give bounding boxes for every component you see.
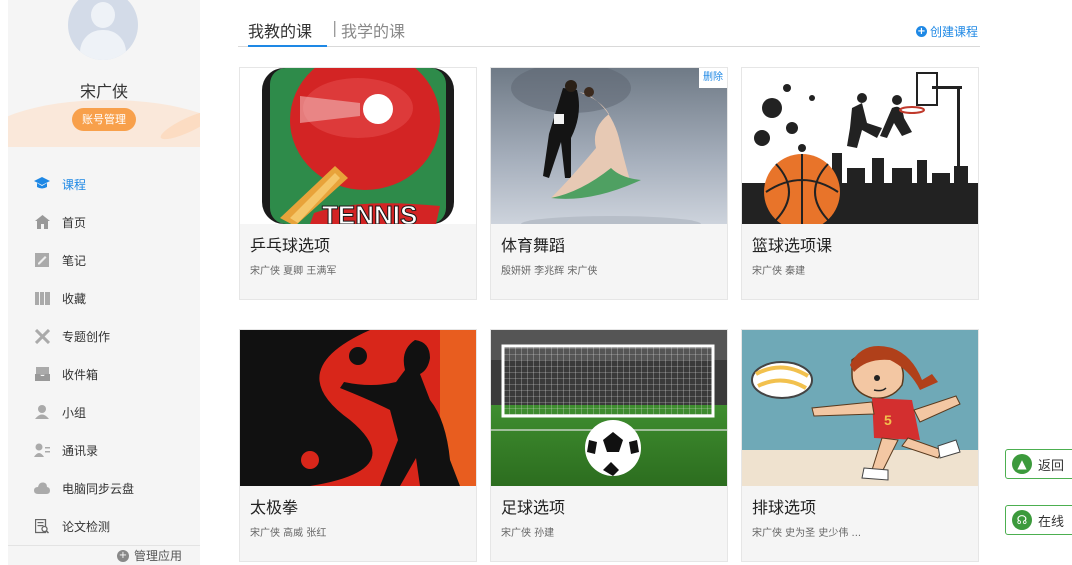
sidebar-item-topic[interactable]: 专题创作 bbox=[8, 317, 200, 355]
course-teachers: 宋广侠 夏卿 王满军 bbox=[250, 266, 337, 277]
sidebar: 宋广侠 账号管理 课程 首页 笔记 收藏 专题创作 收件箱 小组 通讯录 电脑同… bbox=[8, 0, 200, 565]
back-to-top-button[interactable]: ▲ 返回 bbox=[1005, 449, 1072, 479]
sidebar-item-notes[interactable]: 笔记 bbox=[8, 241, 200, 279]
sidebar-item-label: 首页 bbox=[62, 215, 87, 230]
tab-separator: | bbox=[332, 18, 338, 37]
create-course-button[interactable]: + 创建课程 bbox=[915, 23, 978, 40]
group-icon bbox=[34, 404, 50, 420]
course-card-taichi[interactable]: 太极拳 宋广侠 高威 张红 bbox=[239, 329, 477, 562]
manage-apps-label: 管理应用 bbox=[133, 549, 182, 563]
sidebar-item-group[interactable]: 小组 bbox=[8, 393, 200, 431]
course-cover-image[interactable]: TENNIS bbox=[240, 68, 476, 224]
sidebar-item-label: 小组 bbox=[62, 405, 87, 420]
sidebar-nav: 课程 首页 笔记 收藏 专题创作 收件箱 小组 通讯录 电脑同步云盘 论文检测 bbox=[8, 165, 200, 545]
course-card-dance[interactable]: 删除 体育舞蹈 殷妍妍 李兆辉 宋广侠 bbox=[490, 67, 728, 300]
sidebar-item-label: 课程 bbox=[62, 177, 87, 192]
course-teachers: 宋广侠 孙建 bbox=[501, 528, 555, 539]
tab-learning[interactable]: 我学的课 bbox=[341, 18, 405, 47]
course-teachers: 宋广侠 高威 张红 bbox=[250, 528, 327, 539]
online-service-label: 在线 bbox=[1038, 514, 1065, 530]
course-title[interactable]: 篮球选项课 bbox=[752, 232, 832, 256]
main-content: 我教的课 | 我学的课 + 创建课程 TENNIS 乒乓球选项 宋广侠 夏卿 王… bbox=[238, 0, 980, 565]
topic-icon bbox=[34, 328, 50, 344]
sidebar-item-contacts[interactable]: 通讯录 bbox=[8, 431, 200, 469]
course-title[interactable]: 体育舞蹈 bbox=[501, 232, 565, 256]
sidebar-item-cloud[interactable]: 电脑同步云盘 bbox=[8, 469, 200, 507]
course-cover-image[interactable] bbox=[491, 68, 727, 224]
delete-course-button[interactable]: 删除 bbox=[699, 68, 727, 88]
cloud-icon bbox=[34, 480, 50, 496]
sidebar-item-label: 笔记 bbox=[62, 253, 87, 268]
sidebar-item-label: 电脑同步云盘 bbox=[62, 481, 135, 496]
course-cover-image[interactable] bbox=[491, 330, 727, 486]
paper-check-icon bbox=[34, 518, 50, 534]
course-cover-image[interactable]: 5 bbox=[742, 330, 978, 486]
course-icon bbox=[34, 176, 50, 192]
avatar[interactable] bbox=[68, 0, 138, 60]
course-teachers: 宋广侠 史为圣 史少伟 ... bbox=[752, 528, 862, 539]
sidebar-item-inbox[interactable]: 收件箱 bbox=[8, 355, 200, 393]
course-teachers: 宋广侠 秦建 bbox=[752, 266, 806, 277]
course-title[interactable]: 乒乓球选项 bbox=[250, 232, 330, 256]
arrow-up-icon: ▲ bbox=[1012, 454, 1032, 474]
course-title[interactable]: 足球选项 bbox=[501, 494, 565, 518]
sidebar-item-label: 通讯录 bbox=[62, 443, 99, 458]
course-card-soccer[interactable]: 足球选项 宋广侠 孙建 bbox=[490, 329, 728, 562]
sidebar-item-bookmark[interactable]: 收藏 bbox=[8, 279, 200, 317]
bookmark-icon bbox=[34, 290, 50, 306]
course-cover-image[interactable] bbox=[742, 68, 978, 224]
sidebar-item-label: 论文检测 bbox=[62, 519, 111, 534]
user-name: 宋广侠 bbox=[79, 82, 128, 101]
course-teachers: 殷妍妍 李兆辉 宋广侠 bbox=[501, 266, 598, 277]
sidebar-item-label: 收件箱 bbox=[62, 367, 99, 382]
course-card-table-tennis[interactable]: TENNIS 乒乓球选项 宋广侠 夏卿 王满军 bbox=[239, 67, 477, 300]
back-to-top-label: 返回 bbox=[1038, 458, 1065, 474]
course-card-basketball[interactable]: 篮球选项课 宋广侠 秦建 bbox=[741, 67, 979, 300]
sidebar-item-label: 收藏 bbox=[62, 291, 87, 306]
sidebar-item-home[interactable]: 首页 bbox=[8, 203, 200, 241]
course-cover-image[interactable] bbox=[240, 330, 476, 486]
contacts-icon bbox=[34, 442, 50, 458]
inbox-icon bbox=[34, 366, 50, 382]
tennis-logo-text: TENNIS bbox=[322, 200, 417, 224]
course-tabs: 我教的课 | 我学的课 + 创建课程 bbox=[238, 16, 980, 47]
online-service-button[interactable]: ☊ 在线 bbox=[1005, 505, 1072, 535]
sidebar-item-paper-check[interactable]: 论文检测 bbox=[8, 507, 200, 545]
course-card-volleyball[interactable]: 5 排球选项 宋广侠 史为圣 史少伟 ... bbox=[741, 329, 979, 562]
plus-circle-icon: + bbox=[915, 26, 927, 37]
profile-panel: 宋广侠 账号管理 bbox=[8, 0, 200, 147]
home-icon bbox=[34, 214, 50, 230]
tab-teaching[interactable]: 我教的课 bbox=[248, 18, 327, 47]
course-title[interactable]: 太极拳 bbox=[250, 494, 298, 518]
sidebar-item-label: 专题创作 bbox=[62, 329, 111, 344]
manage-apps-button[interactable]: + 管理应用 bbox=[8, 545, 200, 565]
plus-icon: + bbox=[116, 549, 129, 562]
note-icon bbox=[34, 252, 50, 268]
svg-text:5: 5 bbox=[884, 412, 892, 428]
account-manage-button[interactable]: 账号管理 bbox=[72, 108, 136, 131]
sidebar-item-course[interactable]: 课程 bbox=[8, 165, 200, 203]
course-title[interactable]: 排球选项 bbox=[752, 494, 816, 518]
create-course-label: 创建课程 bbox=[929, 25, 978, 39]
headset-icon: ☊ bbox=[1012, 510, 1032, 530]
